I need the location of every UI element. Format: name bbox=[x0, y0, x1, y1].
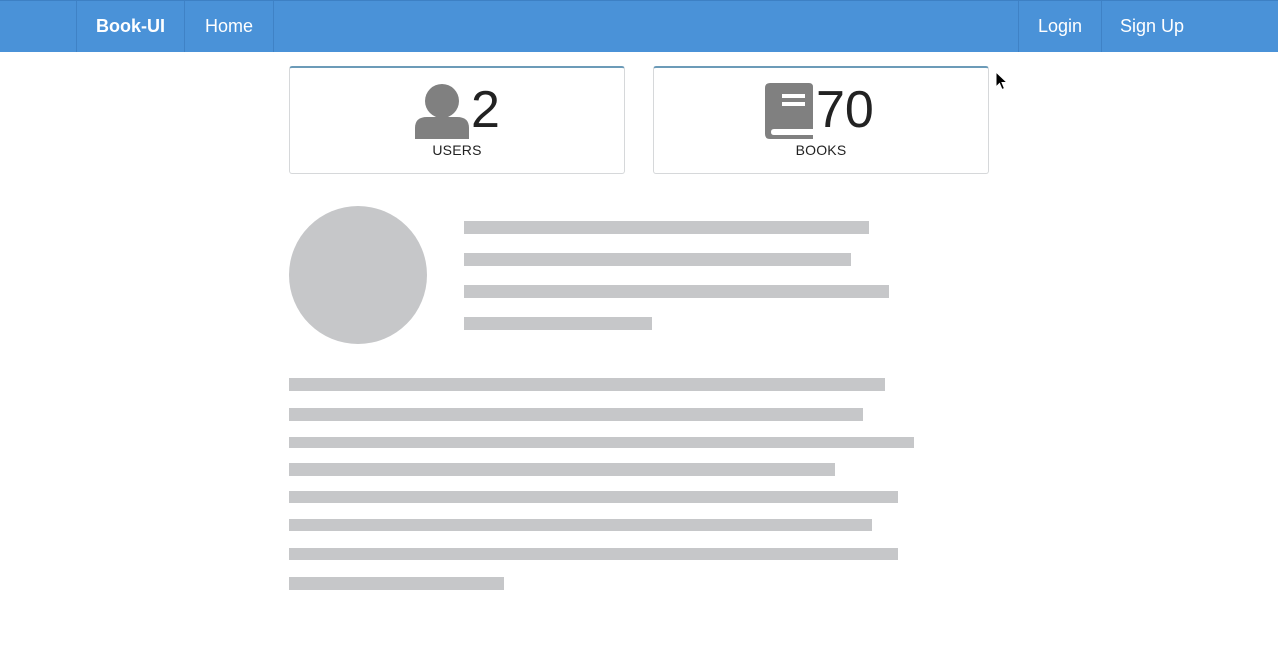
top-navbar: Book-UI Home Login Sign Up bbox=[0, 0, 1278, 52]
skeleton-line bbox=[289, 408, 863, 421]
skeleton-line bbox=[289, 463, 835, 476]
skeleton-line bbox=[289, 548, 898, 560]
users-count: 2 bbox=[471, 81, 500, 139]
skeleton-line bbox=[289, 577, 504, 590]
books-stat-card: 70 BOOKS bbox=[653, 66, 989, 174]
skeleton-line bbox=[289, 519, 872, 531]
login-link[interactable]: Login bbox=[1018, 1, 1102, 52]
users-stat-card: 2 USERS bbox=[289, 66, 625, 174]
book-icon bbox=[765, 83, 813, 139]
signup-link[interactable]: Sign Up bbox=[1102, 1, 1202, 52]
mouse-cursor-icon bbox=[995, 71, 1009, 91]
skeleton-line bbox=[289, 378, 885, 391]
skeleton-avatar bbox=[289, 206, 427, 344]
skeleton-line bbox=[464, 253, 851, 266]
nav-home-link[interactable]: Home bbox=[185, 1, 274, 52]
skeleton-line bbox=[289, 437, 914, 448]
books-label: BOOKS bbox=[795, 142, 847, 158]
user-icon bbox=[415, 84, 469, 139]
skeleton-line bbox=[464, 221, 869, 234]
books-count: 70 bbox=[816, 81, 874, 139]
skeleton-line bbox=[289, 491, 898, 503]
skeleton-line bbox=[464, 317, 652, 330]
users-label: USERS bbox=[432, 142, 482, 158]
brand-link[interactable]: Book-UI bbox=[76, 1, 185, 52]
skeleton-line bbox=[464, 285, 889, 298]
